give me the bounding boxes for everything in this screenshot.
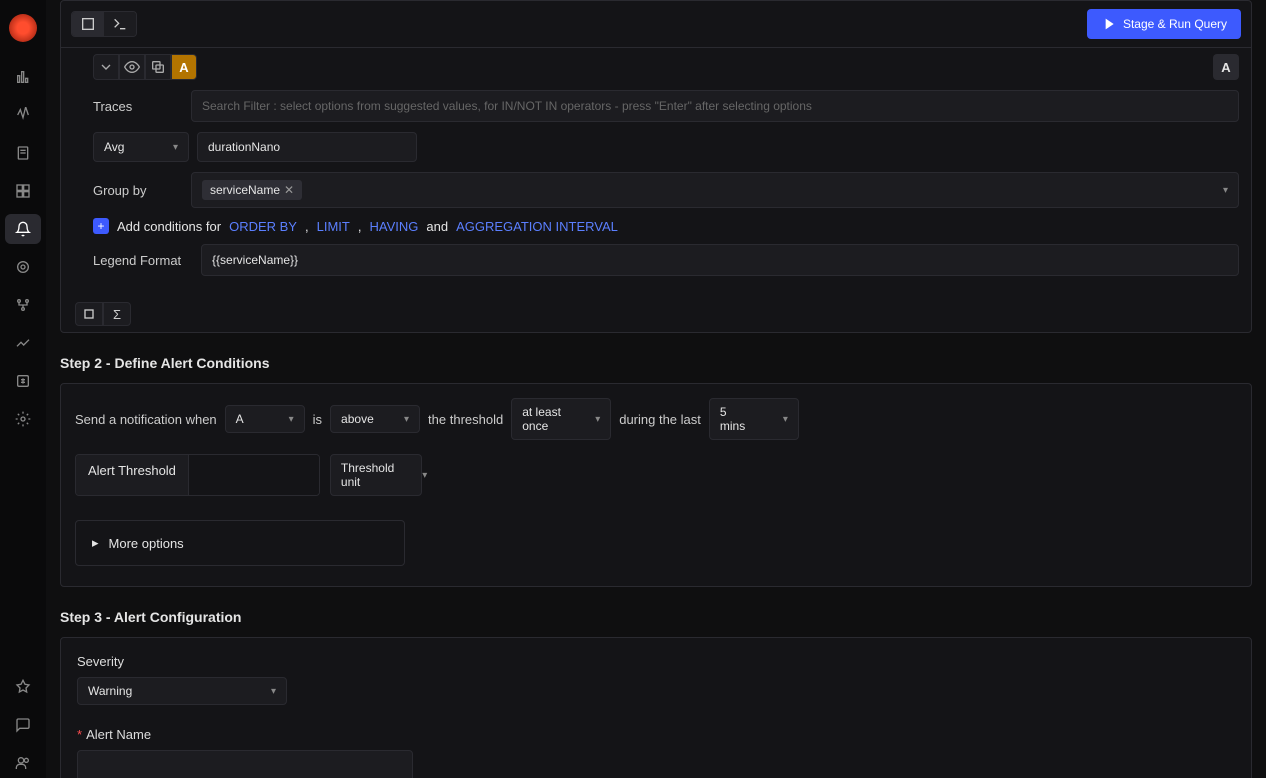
having-link[interactable]: HAVING (369, 219, 418, 234)
frequency-select[interactable]: at least once▾ (511, 398, 611, 440)
chevron-down-icon: ▾ (173, 142, 178, 153)
agg-interval-link[interactable]: AGGREGATION INTERVAL (456, 219, 618, 234)
code-tab[interactable] (104, 12, 136, 36)
add-formula-button[interactable]: Σ (103, 302, 131, 326)
app-logo[interactable] (9, 14, 37, 42)
query-badge-a[interactable]: A (171, 54, 197, 80)
builder-mode-tabs (71, 11, 137, 37)
toggle-visibility-button[interactable] (119, 54, 145, 80)
severity-select[interactable]: Warning▾ (77, 677, 287, 705)
add-condition-button[interactable]: + (93, 218, 109, 234)
query-left-rail (61, 48, 89, 296)
order-by-link[interactable]: ORDER BY (229, 219, 297, 234)
nav-metrics-icon[interactable] (5, 62, 41, 92)
nav-billing-icon[interactable] (5, 366, 41, 396)
remove-tag-button[interactable]: ✕ (284, 183, 294, 197)
more-options-toggle[interactable]: ▸ More options (75, 520, 405, 566)
nav-exceptions-icon[interactable] (5, 252, 41, 282)
aggregation-metric-select[interactable]: durationNano (197, 132, 417, 162)
alert-threshold-input[interactable] (189, 455, 319, 495)
legend-format-input[interactable] (201, 244, 1239, 276)
groupby-select[interactable]: serviceName ✕ ▾ (191, 172, 1239, 208)
nav-alerts-icon[interactable] (5, 214, 41, 244)
main-content: Stage & Run Query A A Traces (46, 0, 1266, 778)
builder-tab[interactable] (72, 12, 104, 36)
groupby-tag: serviceName ✕ (202, 180, 302, 200)
play-icon (1101, 16, 1117, 32)
send-notification-text: Send a notification when (75, 412, 217, 427)
alert-threshold-label: Alert Threshold (76, 455, 189, 495)
copy-query-button[interactable] (145, 54, 171, 80)
chevron-down-icon: ▾ (1223, 185, 1228, 196)
groupby-label: Group by (93, 183, 183, 198)
nav-servicemap-icon[interactable] (5, 290, 41, 320)
nav-chat-icon[interactable] (5, 710, 41, 740)
add-conditions-row: + Add conditions for ORDER BY, LIMIT, HA… (93, 218, 1239, 234)
alert-name-input[interactable] (77, 750, 413, 778)
search-filter-input[interactable] (191, 90, 1239, 122)
metric-select[interactable]: A▾ (225, 405, 305, 433)
add-query-button[interactable] (75, 302, 103, 326)
aggregation-func-select[interactable]: Avg▾ (93, 132, 189, 162)
limit-link[interactable]: LIMIT (317, 219, 350, 234)
chevron-right-icon: ▸ (92, 535, 99, 551)
window-select[interactable]: 5 mins▾ (709, 398, 799, 440)
step2-title: Step 2 - Define Alert Conditions (60, 355, 1266, 371)
collapse-query-button[interactable] (93, 54, 119, 80)
operator-select[interactable]: above▾ (330, 405, 420, 433)
threshold-unit-select[interactable]: Threshold unit▾ (330, 454, 422, 496)
alert-name-label: *Alert Name (77, 727, 1235, 742)
sidebar (0, 0, 46, 778)
nav-usage-icon[interactable] (5, 328, 41, 358)
severity-label: Severity (77, 654, 1235, 669)
query-right-badge[interactable]: A (1213, 54, 1239, 80)
stage-run-label: Stage & Run Query (1123, 17, 1227, 31)
nav-users-icon[interactable] (5, 748, 41, 778)
alert-threshold-box: Alert Threshold (75, 454, 320, 496)
nav-dashboards-icon[interactable] (5, 176, 41, 206)
nav-logs-icon[interactable] (5, 138, 41, 168)
nav-settings-icon[interactable] (5, 404, 41, 434)
legend-format-label: Legend Format (93, 253, 193, 268)
alert-config-panel: Severity Warning▾ *Alert Name Alert Desc… (60, 637, 1252, 778)
stage-run-button[interactable]: Stage & Run Query (1087, 9, 1241, 39)
traces-label: Traces (93, 99, 183, 114)
query-panel: Stage & Run Query A A Traces (60, 0, 1252, 333)
step3-title: Step 3 - Alert Configuration (60, 609, 1266, 625)
alert-conditions-panel: Send a notification when A▾ is above▾ th… (60, 383, 1252, 587)
nav-support-icon[interactable] (5, 672, 41, 702)
nav-traces-icon[interactable] (5, 100, 41, 130)
